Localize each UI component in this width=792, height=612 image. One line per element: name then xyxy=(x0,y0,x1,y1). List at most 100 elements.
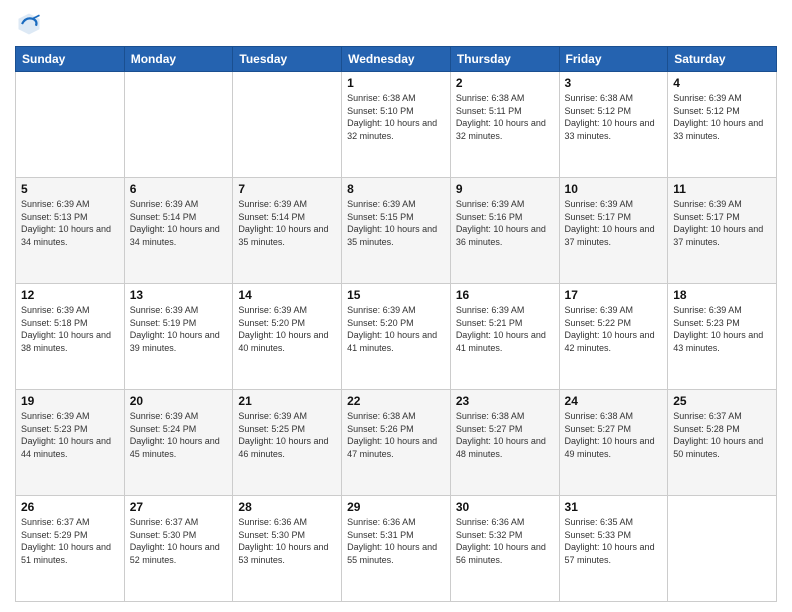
day-number: 19 xyxy=(21,394,119,408)
calendar-cell: 20 Sunrise: 6:39 AMSunset: 5:24 PMDayligh… xyxy=(124,390,233,496)
day-info: Sunrise: 6:39 AMSunset: 5:17 PMDaylight:… xyxy=(673,198,771,248)
day-number: 4 xyxy=(673,76,771,90)
day-info: Sunrise: 6:39 AMSunset: 5:13 PMDaylight:… xyxy=(21,198,119,248)
calendar-cell: 19 Sunrise: 6:39 AMSunset: 5:23 PMDayligh… xyxy=(16,390,125,496)
day-info: Sunrise: 6:36 AMSunset: 5:32 PMDaylight:… xyxy=(456,516,554,566)
day-number: 21 xyxy=(238,394,336,408)
week-row-2: 12 Sunrise: 6:39 AMSunset: 5:18 PMDayligh… xyxy=(16,284,777,390)
weekday-saturday: Saturday xyxy=(668,47,777,72)
calendar-cell: 15Sunrise: 6:39 AMSunset: 5:20 PMDayligh… xyxy=(342,284,451,390)
day-number: 30 xyxy=(456,500,554,514)
calendar-cell: 23 Sunrise: 6:38 AMSunset: 5:27 PMDayligh… xyxy=(450,390,559,496)
page: SundayMondayTuesdayWednesdayThursdayFrid… xyxy=(0,0,792,612)
calendar-cell xyxy=(233,72,342,178)
day-info: Sunrise: 6:38 AMSunset: 5:10 PMDaylight:… xyxy=(347,92,445,142)
week-row-1: 5 Sunrise: 6:39 AMSunset: 5:13 PMDaylight… xyxy=(16,178,777,284)
day-number: 11 xyxy=(673,182,771,196)
day-info: Sunrise: 6:36 AMSunset: 5:30 PMDaylight:… xyxy=(238,516,336,566)
calendar-cell: 5 Sunrise: 6:39 AMSunset: 5:13 PMDaylight… xyxy=(16,178,125,284)
calendar-cell: 7 Sunrise: 6:39 AMSunset: 5:14 PMDaylight… xyxy=(233,178,342,284)
calendar-cell: 17 Sunrise: 6:39 AMSunset: 5:22 PMDayligh… xyxy=(559,284,668,390)
day-number: 10 xyxy=(565,182,663,196)
day-number: 17 xyxy=(565,288,663,302)
calendar-cell: 26 Sunrise: 6:37 AMSunset: 5:29 PMDayligh… xyxy=(16,496,125,602)
calendar-cell: 10 Sunrise: 6:39 AMSunset: 5:17 PMDayligh… xyxy=(559,178,668,284)
day-number: 25 xyxy=(673,394,771,408)
calendar-cell: 29 Sunrise: 6:36 AMSunset: 5:31 PMDayligh… xyxy=(342,496,451,602)
week-row-4: 26 Sunrise: 6:37 AMSunset: 5:29 PMDayligh… xyxy=(16,496,777,602)
calendar-cell xyxy=(124,72,233,178)
calendar-cell: 28 Sunrise: 6:36 AMSunset: 5:30 PMDayligh… xyxy=(233,496,342,602)
calendar-cell: 16 Sunrise: 6:39 AMSunset: 5:21 PMDayligh… xyxy=(450,284,559,390)
day-info: Sunrise: 6:39 AMSunset: 5:23 PMDaylight:… xyxy=(673,304,771,354)
day-info: Sunrise: 6:39 AMSunset: 5:14 PMDaylight:… xyxy=(238,198,336,248)
calendar-cell: 25 Sunrise: 6:37 AMSunset: 5:28 PMDayligh… xyxy=(668,390,777,496)
weekday-friday: Friday xyxy=(559,47,668,72)
calendar-cell: 6Sunrise: 6:39 AMSunset: 5:14 PMDaylight… xyxy=(124,178,233,284)
week-row-3: 19 Sunrise: 6:39 AMSunset: 5:23 PMDayligh… xyxy=(16,390,777,496)
day-info: Sunrise: 6:38 AMSunset: 5:12 PMDaylight:… xyxy=(565,92,663,142)
calendar-cell xyxy=(668,496,777,602)
day-number: 12 xyxy=(21,288,119,302)
day-info: Sunrise: 6:37 AMSunset: 5:28 PMDaylight:… xyxy=(673,410,771,460)
day-number: 15 xyxy=(347,288,445,302)
day-number: 2 xyxy=(456,76,554,90)
day-number: 3 xyxy=(565,76,663,90)
day-number: 7 xyxy=(238,182,336,196)
logo-icon xyxy=(15,10,43,38)
day-number: 26 xyxy=(21,500,119,514)
day-number: 5 xyxy=(21,182,119,196)
day-number: 9 xyxy=(456,182,554,196)
day-info: Sunrise: 6:39 AMSunset: 5:14 PMDaylight:… xyxy=(130,198,228,248)
day-info: Sunrise: 6:39 AMSunset: 5:21 PMDaylight:… xyxy=(456,304,554,354)
day-info: Sunrise: 6:38 AMSunset: 5:27 PMDaylight:… xyxy=(456,410,554,460)
day-info: Sunrise: 6:39 AMSunset: 5:12 PMDaylight:… xyxy=(673,92,771,142)
calendar-cell: 1 Sunrise: 6:38 AMSunset: 5:10 PMDaylight… xyxy=(342,72,451,178)
weekday-monday: Monday xyxy=(124,47,233,72)
day-number: 16 xyxy=(456,288,554,302)
day-info: Sunrise: 6:39 AMSunset: 5:17 PMDaylight:… xyxy=(565,198,663,248)
logo xyxy=(15,10,47,38)
day-info: Sunrise: 6:37 AMSunset: 5:30 PMDaylight:… xyxy=(130,516,228,566)
day-info: Sunrise: 6:39 AMSunset: 5:25 PMDaylight:… xyxy=(238,410,336,460)
day-number: 20 xyxy=(130,394,228,408)
calendar-cell: 24Sunrise: 6:38 AMSunset: 5:27 PMDayligh… xyxy=(559,390,668,496)
day-info: Sunrise: 6:39 AMSunset: 5:22 PMDaylight:… xyxy=(565,304,663,354)
day-info: Sunrise: 6:39 AMSunset: 5:18 PMDaylight:… xyxy=(21,304,119,354)
calendar-cell: 4 Sunrise: 6:39 AMSunset: 5:12 PMDaylight… xyxy=(668,72,777,178)
calendar-cell: 3 Sunrise: 6:38 AMSunset: 5:12 PMDaylight… xyxy=(559,72,668,178)
day-number: 13 xyxy=(130,288,228,302)
day-number: 24 xyxy=(565,394,663,408)
calendar-table: SundayMondayTuesdayWednesdayThursdayFrid… xyxy=(15,46,777,602)
day-info: Sunrise: 6:38 AMSunset: 5:11 PMDaylight:… xyxy=(456,92,554,142)
calendar-cell: 22Sunrise: 6:38 AMSunset: 5:26 PMDayligh… xyxy=(342,390,451,496)
weekday-sunday: Sunday xyxy=(16,47,125,72)
calendar-cell: 2 Sunrise: 6:38 AMSunset: 5:11 PMDaylight… xyxy=(450,72,559,178)
day-number: 28 xyxy=(238,500,336,514)
day-info: Sunrise: 6:39 AMSunset: 5:24 PMDaylight:… xyxy=(130,410,228,460)
calendar-cell: 8 Sunrise: 6:39 AMSunset: 5:15 PMDaylight… xyxy=(342,178,451,284)
day-number: 22 xyxy=(347,394,445,408)
day-info: Sunrise: 6:36 AMSunset: 5:31 PMDaylight:… xyxy=(347,516,445,566)
header xyxy=(15,10,777,38)
weekday-thursday: Thursday xyxy=(450,47,559,72)
calendar-cell: 21 Sunrise: 6:39 AMSunset: 5:25 PMDayligh… xyxy=(233,390,342,496)
weekday-tuesday: Tuesday xyxy=(233,47,342,72)
calendar-cell: 31Sunrise: 6:35 AMSunset: 5:33 PMDayligh… xyxy=(559,496,668,602)
day-info: Sunrise: 6:39 AMSunset: 5:15 PMDaylight:… xyxy=(347,198,445,248)
week-row-0: 1 Sunrise: 6:38 AMSunset: 5:10 PMDaylight… xyxy=(16,72,777,178)
day-number: 1 xyxy=(347,76,445,90)
day-number: 8 xyxy=(347,182,445,196)
day-number: 29 xyxy=(347,500,445,514)
day-info: Sunrise: 6:39 AMSunset: 5:23 PMDaylight:… xyxy=(21,410,119,460)
day-info: Sunrise: 6:35 AMSunset: 5:33 PMDaylight:… xyxy=(565,516,663,566)
weekday-header-row: SundayMondayTuesdayWednesdayThursdayFrid… xyxy=(16,47,777,72)
calendar-cell xyxy=(16,72,125,178)
day-number: 23 xyxy=(456,394,554,408)
calendar-cell: 9Sunrise: 6:39 AMSunset: 5:16 PMDaylight… xyxy=(450,178,559,284)
day-info: Sunrise: 6:37 AMSunset: 5:29 PMDaylight:… xyxy=(21,516,119,566)
weekday-wednesday: Wednesday xyxy=(342,47,451,72)
calendar-cell: 30 Sunrise: 6:36 AMSunset: 5:32 PMDayligh… xyxy=(450,496,559,602)
day-number: 14 xyxy=(238,288,336,302)
calendar-cell: 12 Sunrise: 6:39 AMSunset: 5:18 PMDayligh… xyxy=(16,284,125,390)
